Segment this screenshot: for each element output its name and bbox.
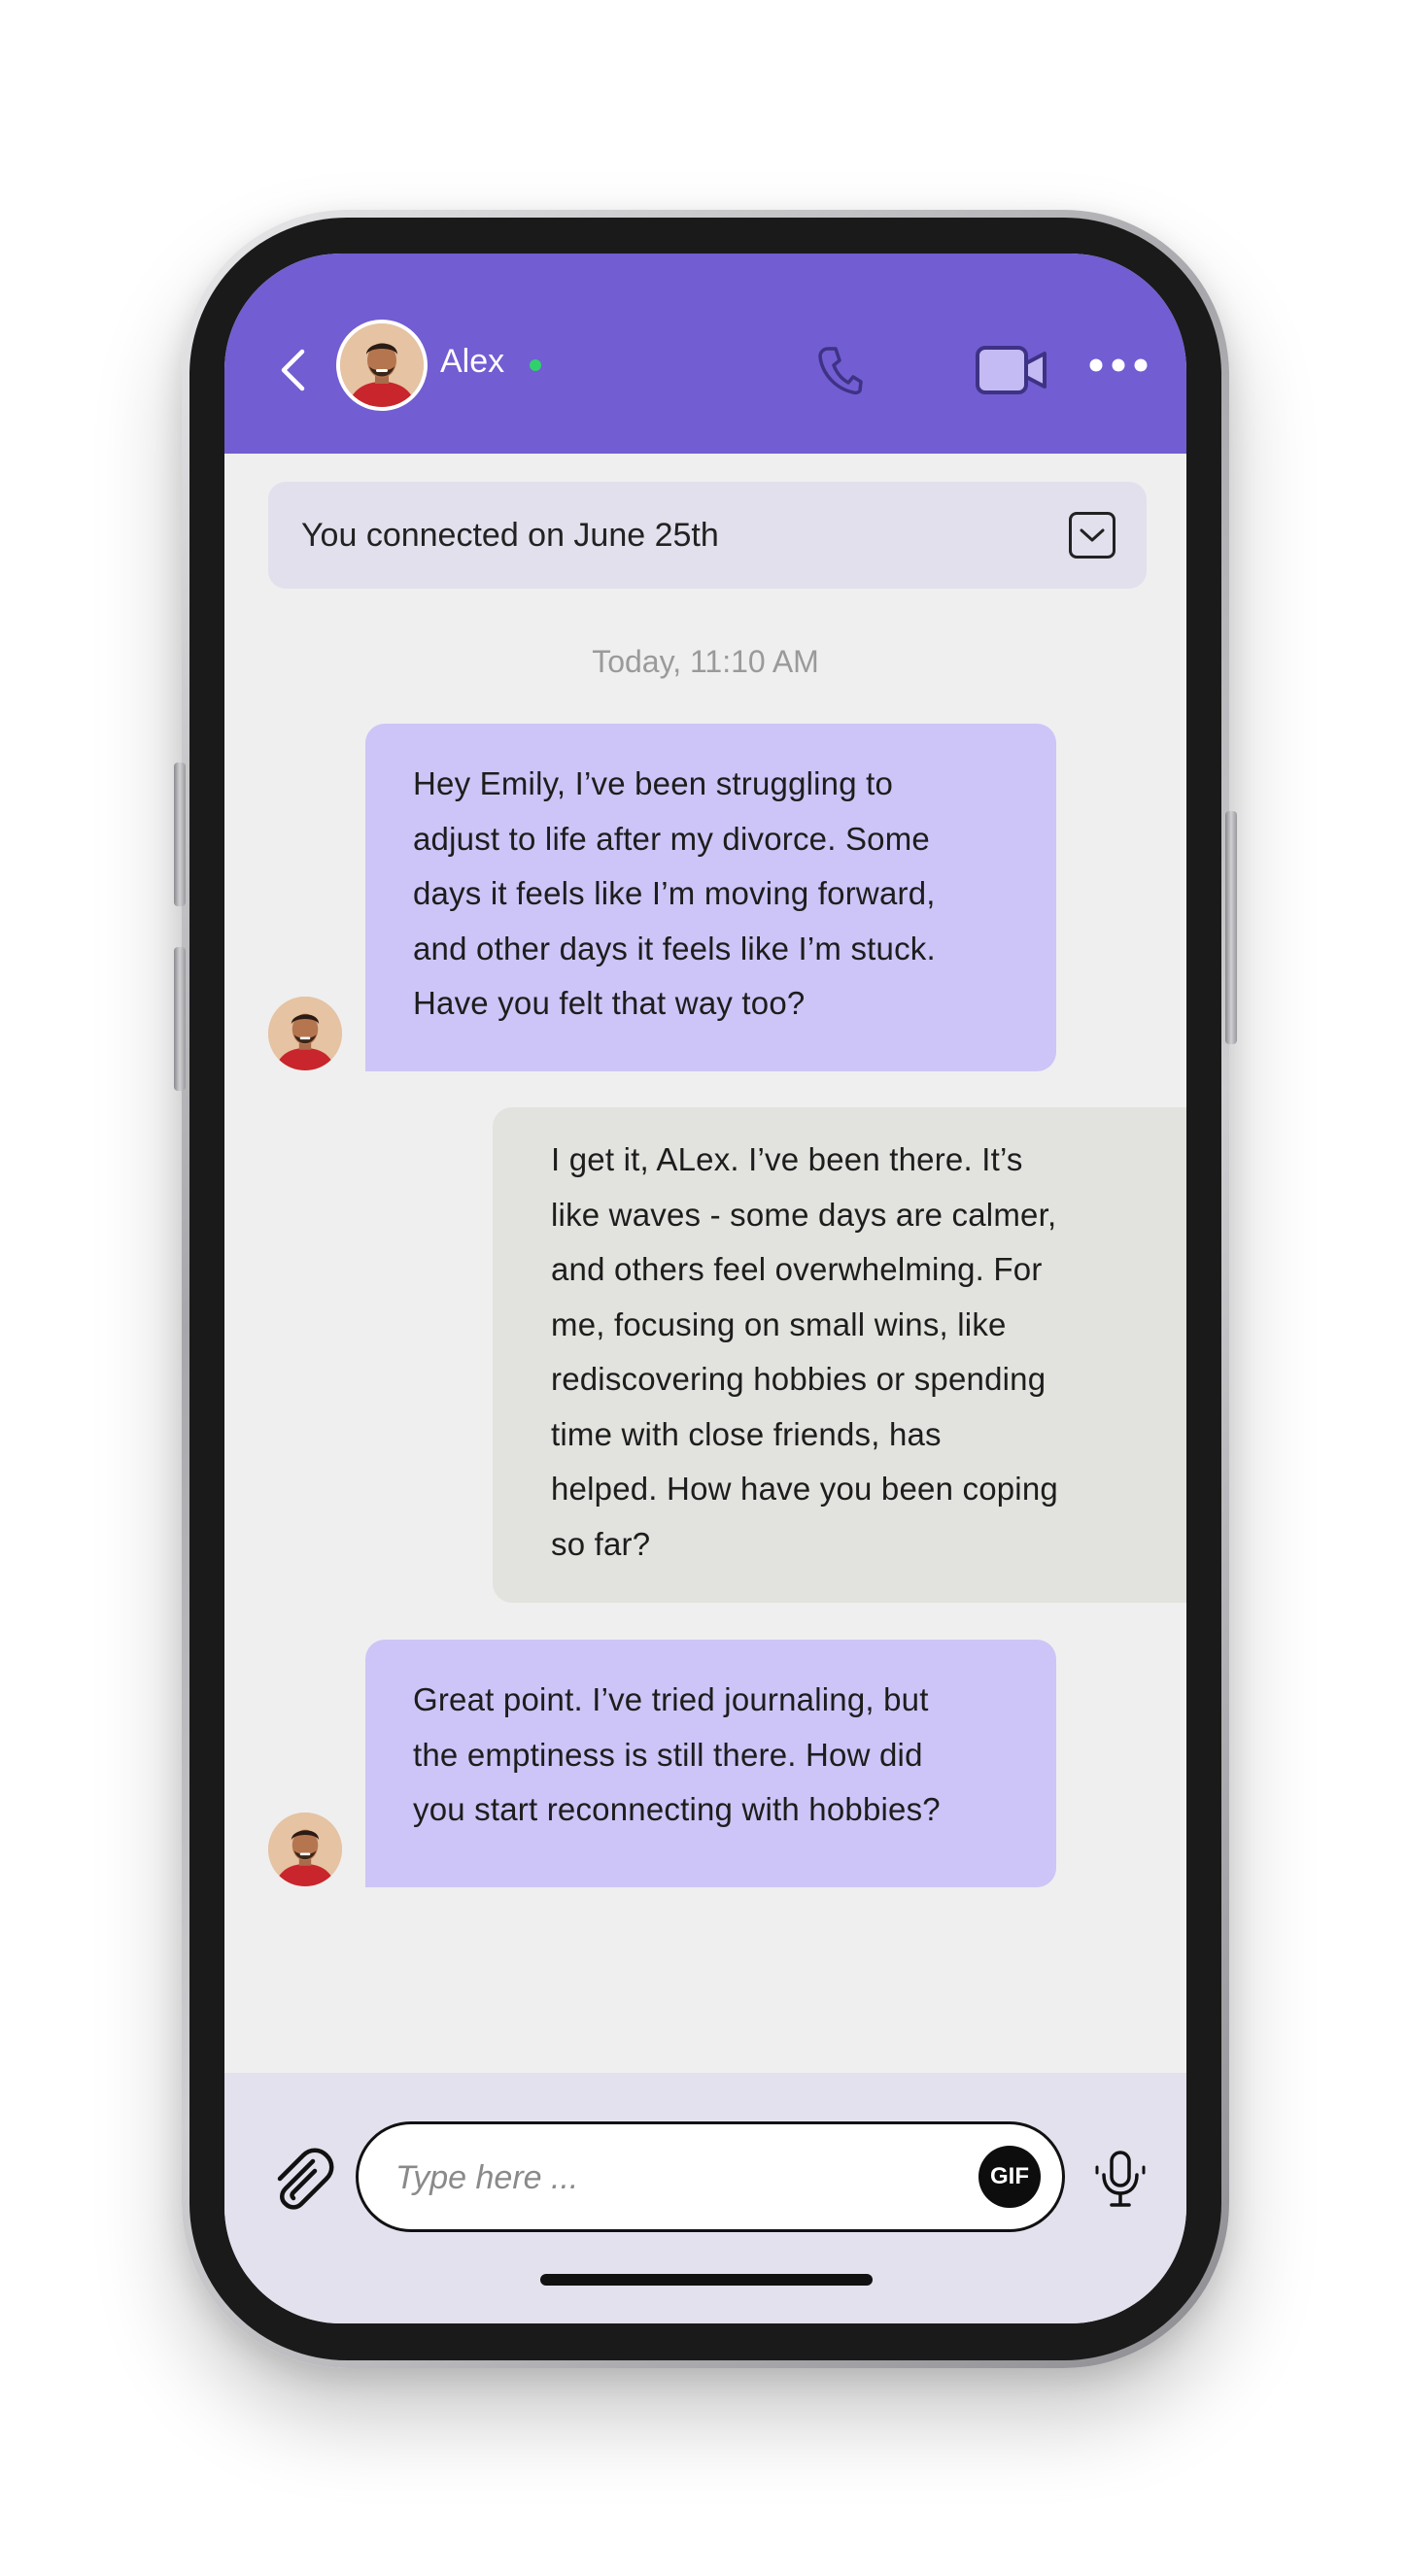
- message-line: and other days it feels like I’m stuck.: [413, 930, 936, 966]
- attach-button[interactable]: [268, 2146, 336, 2214]
- home-indicator[interactable]: [540, 2274, 873, 2286]
- avatar-image: [268, 1813, 342, 1886]
- connection-banner: You connected on June 25th: [268, 482, 1147, 589]
- more-horizontal-icon: [1089, 358, 1148, 372]
- message-line: days it feels like I’m moving forward,: [413, 875, 936, 911]
- message-line: so far?: [551, 1525, 651, 1562]
- message-line: Have you felt that way too?: [413, 985, 806, 1021]
- contact-name[interactable]: Alex: [440, 342, 504, 381]
- message-timestamp: Today, 11:10 AM: [592, 644, 819, 679]
- message-input[interactable]: [394, 2152, 961, 2204]
- message-line: Great point. I’ve tried journaling, but: [413, 1681, 929, 1717]
- video-call-button[interactable]: [973, 336, 1050, 404]
- message-line: and others feel overwhelming. For: [551, 1251, 1043, 1287]
- message-line: I get it, ALex. I’ve been there. It’s: [551, 1141, 1023, 1177]
- message-input-container: GIF: [356, 2121, 1065, 2232]
- message-line: the emptiness is still there. How did: [413, 1736, 923, 1773]
- chevron-down-icon: [1080, 528, 1105, 542]
- power-button: [1225, 811, 1237, 1044]
- chat-screen: Alex You connected on June 25th Today, 1…: [224, 254, 1186, 2323]
- sender-avatar[interactable]: [268, 1813, 342, 1886]
- message-line: you start reconnecting with hobbies?: [413, 1791, 941, 1827]
- avatar-image: [340, 323, 424, 407]
- avatar-image: [268, 997, 342, 1070]
- back-button[interactable]: [273, 341, 312, 399]
- video-camera-icon: [976, 346, 1047, 394]
- more-options-button[interactable]: [1084, 346, 1152, 385]
- message-line: adjust to life after my divorce. Some: [413, 820, 930, 857]
- expand-banner-button[interactable]: [1069, 512, 1115, 559]
- chat-header: Alex: [224, 254, 1186, 454]
- message-line: rediscovering hobbies or spending: [551, 1361, 1047, 1397]
- microphone-icon: [1095, 2151, 1146, 2207]
- message-line: like waves - some days are calmer,: [551, 1196, 1057, 1233]
- message-line: helped. How have you been coping: [551, 1471, 1058, 1507]
- call-button[interactable]: [812, 341, 867, 399]
- message-bubble-outgoing[interactable]: I get it, ALex. I’ve been there. It’s li…: [493, 1107, 1186, 1603]
- message-line: Hey Emily, I’ve been struggling to: [413, 765, 894, 801]
- message-line: time with close friends, has: [551, 1415, 942, 1452]
- paperclip-icon: [277, 2148, 334, 2210]
- sender-avatar[interactable]: [268, 997, 342, 1070]
- volume-up-button: [174, 763, 186, 906]
- volume-down-button: [174, 947, 186, 1091]
- voice-message-button[interactable]: [1091, 2146, 1150, 2214]
- online-status-dot: [530, 359, 541, 371]
- message-bubble-incoming[interactable]: Great point. I’ve tried journaling, but …: [365, 1640, 1056, 1887]
- mockup-stage: Alex You connected on June 25th Today, 1…: [0, 0, 1407, 2576]
- message-composer: GIF: [224, 2073, 1186, 2323]
- message-bubble-incoming[interactable]: Hey Emily, I’ve been struggling to adjus…: [365, 724, 1056, 1071]
- chevron-left-icon: [281, 349, 305, 391]
- connection-banner-text: You connected on June 25th: [301, 517, 719, 554]
- contact-avatar[interactable]: [336, 320, 428, 411]
- gif-button[interactable]: GIF: [978, 2146, 1041, 2208]
- message-line: me, focusing on small wins, like: [551, 1305, 1007, 1342]
- phone-icon: [818, 347, 863, 395]
